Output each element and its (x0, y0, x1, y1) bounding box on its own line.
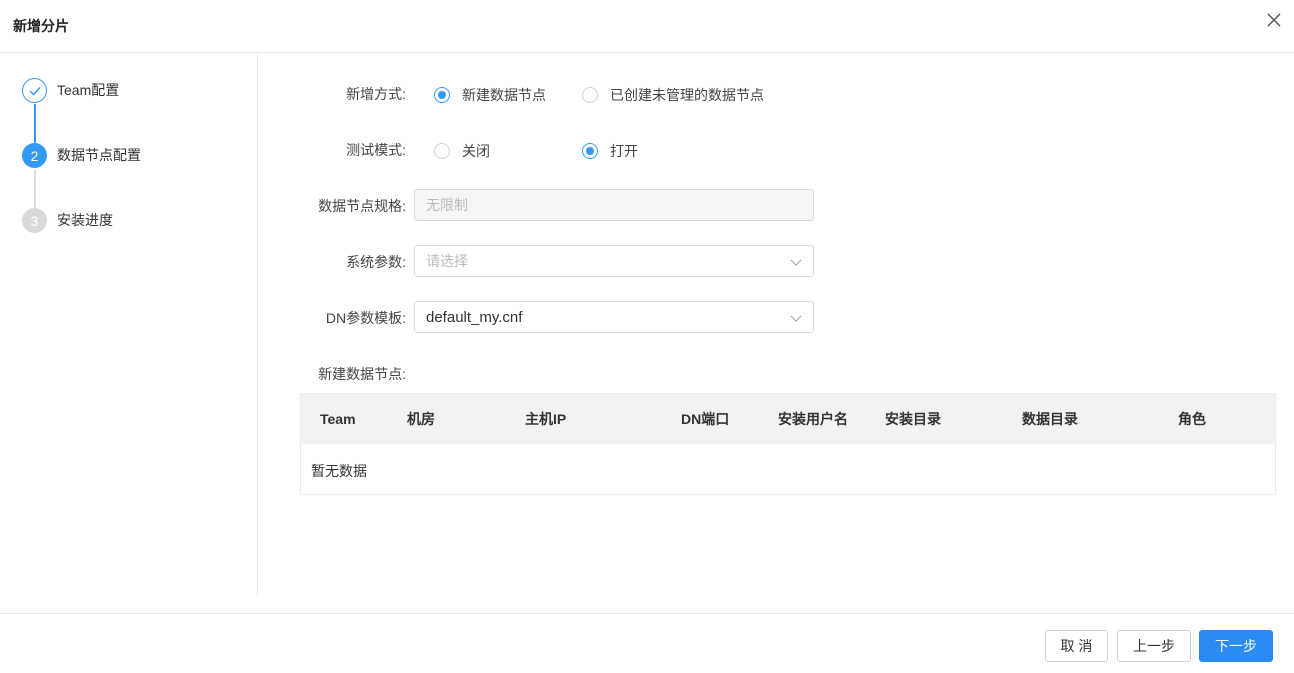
node-spec-label: 数据节点规格: (318, 198, 406, 214)
radio-test-on[interactable]: 打开 (582, 141, 638, 161)
radio-unchecked-icon (582, 87, 598, 103)
radio-checked-icon (434, 87, 450, 103)
step-label: 数据节点配置 (57, 147, 141, 163)
test-mode-label: 测试模式: (346, 142, 406, 158)
step-number: 2 (22, 143, 47, 168)
next-step-button[interactable]: 下一步 (1199, 630, 1273, 662)
column-header: 安装目录 (885, 411, 941, 427)
column-header: DN端口 (681, 411, 730, 427)
close-icon[interactable] (1264, 10, 1284, 30)
add-mode-label: 新增方式: (346, 86, 406, 102)
radio-checked-icon (582, 143, 598, 159)
step-number: 3 (22, 208, 47, 233)
column-header: 安装用户名 (778, 411, 848, 427)
dn-template-select[interactable]: default_my.cnf (414, 301, 814, 333)
radio-existing-data-node[interactable]: 已创建未管理的数据节点 (582, 85, 764, 105)
check-icon (22, 78, 47, 103)
dialog-title: 新增分片 (13, 18, 69, 34)
new-nodes-label: 新建数据节点: (318, 366, 406, 382)
step-label: 安装进度 (57, 212, 113, 228)
data-node-table: Team 机房 主机IP DN端口 安装用户名 安装目录 数据目录 角色 暂无数… (300, 393, 1276, 495)
steps-panel: Team配置 2 数据节点配置 3 安装进度 (0, 53, 258, 596)
sys-params-select[interactable]: 请选择 (414, 245, 814, 277)
column-header: 角色 (1178, 411, 1206, 427)
step-label: Team配置 (57, 82, 120, 98)
dn-template-value: default_my.cnf (426, 308, 523, 326)
dn-template-label: DN参数模板: (325, 310, 406, 326)
radio-unchecked-icon (434, 143, 450, 159)
radio-test-off[interactable]: 关闭 (434, 141, 490, 161)
step-connector (34, 104, 36, 143)
chevron-down-icon (790, 259, 802, 266)
sys-params-placeholder: 请选择 (426, 253, 468, 269)
node-spec-value: 无限制 (426, 197, 468, 213)
step-connector (34, 169, 36, 208)
cancel-button[interactable]: 取 消 (1045, 630, 1108, 662)
chevron-down-icon (790, 315, 802, 322)
dialog-footer: 取 消 上一步 下一步 (0, 613, 1294, 673)
column-header: 数据目录 (1022, 411, 1078, 427)
column-header: Team (320, 411, 356, 427)
column-header: 主机IP (525, 411, 567, 427)
node-spec-input: 无限制 (414, 189, 814, 221)
table-header: Team 机房 主机IP DN端口 安装用户名 安装目录 数据目录 角色 (301, 394, 1275, 444)
prev-step-button[interactable]: 上一步 (1117, 630, 1191, 662)
radio-new-data-node[interactable]: 新建数据节点 (434, 85, 546, 105)
column-header: 机房 (407, 411, 435, 427)
dialog-header: 新增分片 (0, 0, 1294, 53)
table-empty-text: 暂无数据 (311, 463, 367, 479)
sys-params-label: 系统参数: (346, 254, 406, 270)
